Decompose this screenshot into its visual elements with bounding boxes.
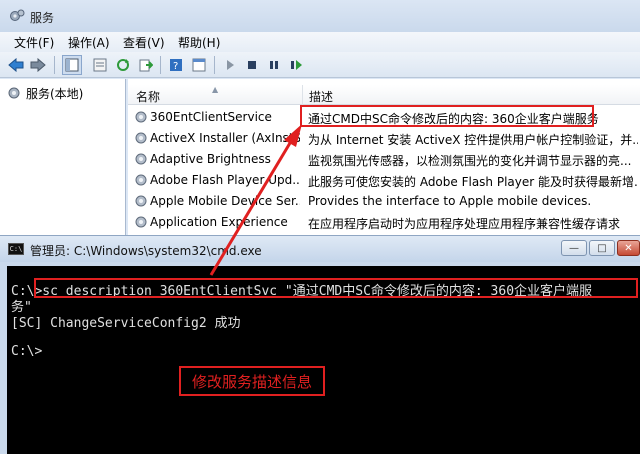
help-button[interactable]: ?	[166, 55, 186, 75]
restart-service-button[interactable]	[286, 55, 306, 75]
service-gear-icon	[135, 174, 147, 186]
cmd-titlebar[interactable]: C:\ 管理员: C:\Windows\system32\cmd.exe — □…	[0, 236, 640, 262]
list-header: ▲ 名称 描述	[128, 85, 640, 105]
service-name: 360EntClientService	[150, 110, 272, 124]
export-icon	[139, 59, 153, 72]
forward-button[interactable]	[28, 55, 48, 75]
service-row[interactable]: Apple Mobile Device Ser... Provides the …	[128, 191, 640, 212]
svg-text:?: ?	[173, 61, 178, 72]
view-button[interactable]	[189, 55, 209, 75]
console-output[interactable]: C:\>sc description 360EntClientSvc "通过CM…	[7, 266, 640, 454]
service-name: Apple Mobile Device Ser...	[150, 194, 300, 208]
menu-file[interactable]: 文件(F)	[12, 34, 56, 51]
menu-action[interactable]: 操作(A)	[66, 34, 112, 51]
service-name: ActiveX Installer (AxInstS...	[150, 131, 300, 145]
arrow-right-icon	[30, 58, 46, 72]
service-gear-icon	[135, 153, 147, 165]
stop-icon	[248, 61, 256, 69]
toolbar: ?	[0, 52, 640, 78]
service-gear-icon	[135, 132, 147, 144]
back-button[interactable]	[6, 55, 26, 75]
console-line-result: [SC] ChangeServiceConfig2 成功	[11, 316, 241, 331]
cmd-window: C:\ 管理员: C:\Windows\system32\cmd.exe — □…	[0, 235, 640, 454]
tree-item-label: 服务(本地)	[26, 86, 84, 101]
window-icon	[192, 58, 206, 72]
service-row[interactable]: ActiveX Installer (AxInstS... 为从 Interne…	[128, 128, 640, 149]
export-button[interactable]	[136, 55, 156, 75]
command-highlight-box	[34, 278, 638, 298]
menu-view[interactable]: 查看(V)	[121, 34, 167, 51]
services-title: 服务	[30, 11, 55, 25]
menu-bar: 文件(F) 操作(A) 查看(V) 帮助(H)	[0, 32, 640, 52]
column-header-name[interactable]: 名称	[136, 88, 160, 105]
console-line-prompt: C:\>	[11, 344, 43, 359]
service-row[interactable]: Adobe Flash Player Upd... 此服务可使您安装的 Adob…	[128, 170, 640, 191]
start-service-button[interactable]	[220, 55, 240, 75]
restart-icon	[291, 60, 302, 70]
console-tree-icon	[65, 58, 79, 72]
arrow-left-icon	[8, 58, 24, 72]
service-row[interactable]: Application Experience 在应用程序启动时为应用程序处理应用…	[128, 212, 640, 233]
cmd-title: 管理员: C:\Windows\system32\cmd.exe	[30, 244, 262, 258]
service-description: 监视氛围光传感器，以检测氛围光的变化并调节显示器的亮...	[308, 154, 632, 168]
service-name: Adaptive Brightness	[150, 152, 271, 166]
pause-service-button[interactable]	[264, 55, 284, 75]
service-gear-icon	[135, 216, 147, 228]
refresh-icon	[117, 59, 129, 71]
description-highlight-box	[300, 105, 594, 127]
menu-help[interactable]: 帮助(H)	[176, 34, 222, 51]
play-icon	[227, 60, 234, 70]
service-row[interactable]: Adaptive Brightness 监视氛围光传感器，以检测氛围光的变化并调…	[128, 149, 640, 170]
service-gear-icon	[135, 111, 147, 123]
service-gear-icon	[135, 195, 147, 207]
pause-icon	[270, 61, 278, 69]
annotation-label: 修改服务描述信息	[179, 366, 325, 396]
tree-item-services-local[interactable]: 服务(本地)	[6, 85, 83, 101]
column-header-description[interactable]: 描述	[309, 88, 333, 105]
minimize-button[interactable]: —	[561, 240, 587, 256]
service-name: Adobe Flash Player Upd...	[150, 173, 300, 187]
service-description: 在应用程序启动时为应用程序处理应用程序兼容性缓存请求	[308, 217, 621, 231]
service-description: 此服务可使您安装的 Adobe Flash Player 能及时获得最新增...	[308, 175, 638, 189]
service-description: Provides the interface to Apple mobile d…	[308, 194, 592, 208]
cmd-app-icon: C:\	[8, 243, 24, 255]
sort-ascending-icon: ▲	[212, 85, 219, 94]
service-name: Application Experience	[150, 215, 288, 229]
close-button[interactable]: ✕	[617, 240, 640, 256]
properties-button[interactable]	[90, 55, 110, 75]
list-icon	[93, 58, 107, 72]
services-titlebar[interactable]: 服务	[0, 0, 640, 32]
service-description: 为从 Internet 安装 ActiveX 控件提供用户帐户控制验证，并...	[308, 133, 638, 147]
refresh-button[interactable]	[113, 55, 133, 75]
show-tree-button[interactable]	[62, 55, 82, 75]
maximize-button[interactable]: □	[589, 240, 615, 256]
gear-icon	[8, 87, 20, 99]
stop-service-button[interactable]	[242, 55, 262, 75]
help-icon: ?	[170, 59, 182, 72]
services-app-icon	[10, 9, 25, 21]
